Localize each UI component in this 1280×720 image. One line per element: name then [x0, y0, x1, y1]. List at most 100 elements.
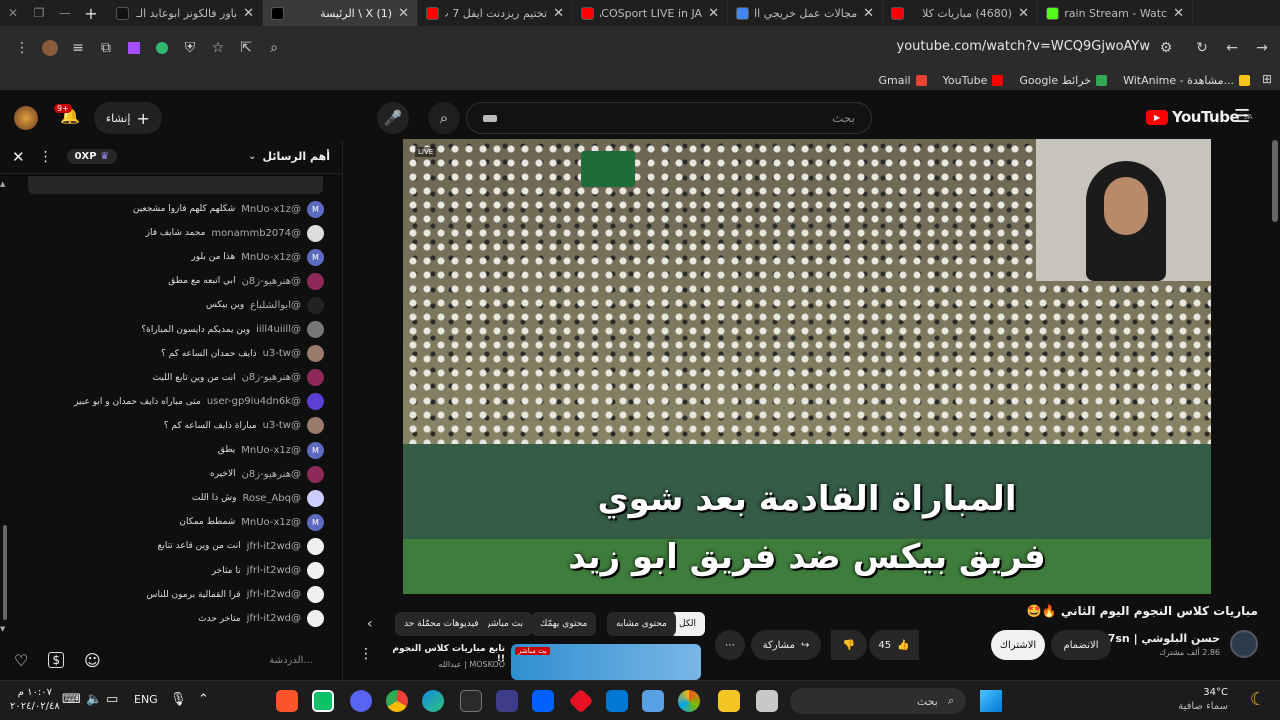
subscribe-button[interactable]: الاشتراك — [991, 630, 1045, 660]
super-chat-icon[interactable]: $ — [48, 652, 64, 668]
close-chat-icon[interactable]: ✕ — [12, 148, 25, 166]
chat-avatar[interactable] — [307, 537, 324, 555]
chat-username[interactable]: @jfrl-it2wd — [247, 541, 301, 552]
bookmark-item[interactable]: YouTube — [943, 74, 1004, 87]
bookmark-star-icon[interactable]: ☆ — [204, 34, 232, 62]
chat-username[interactable]: @Rose_Abq — [242, 493, 301, 504]
tab-close-icon[interactable]: ✕ — [243, 6, 254, 21]
chat-username[interactable]: @MnUo-x1z — [241, 204, 301, 215]
chat-message[interactable]: @iill4uiill وين يمديكم دايسون المباراة؟ — [141, 319, 324, 341]
rec-more-icon[interactable]: ⋮ — [359, 646, 373, 662]
chat-message[interactable]: M @MnUo-x1z يطق — [218, 439, 324, 461]
profile-avatar[interactable] — [36, 34, 64, 62]
extensions-icon[interactable]: ⧉ — [92, 34, 120, 62]
scroll-up-arrow[interactable]: ▲ — [0, 180, 5, 188]
chrome-icon[interactable] — [386, 690, 408, 712]
chat-username[interactable]: @u3-tw — [263, 420, 301, 431]
extension-green-icon[interactable] — [148, 34, 176, 62]
chat-message[interactable]: @u3-tw مباراة ذايف الساعه كم ؟ — [164, 415, 324, 437]
tab-close-icon[interactable]: ✕ — [1018, 6, 1029, 21]
chat-message[interactable]: @jfrl-it2wd متاخر حدث — [198, 608, 324, 630]
chat-avatar[interactable] — [307, 562, 324, 579]
create-button[interactable]: إنشاء + — [94, 102, 162, 134]
chat-username[interactable]: @iill4uiill — [256, 324, 301, 335]
search-button[interactable]: ⌕ — [428, 102, 460, 134]
chat-message[interactable]: @jfrl-it2wd انت من وين قاعد تتابع — [158, 535, 324, 557]
minimize-window-icon[interactable]: — — [52, 0, 78, 26]
chat-avatar[interactable]: M — [307, 248, 324, 266]
chat-avatar[interactable] — [307, 369, 324, 387]
close-window-icon[interactable]: ✕ — [0, 0, 26, 26]
chat-username[interactable]: @هنرهيو-ز8ن — [242, 372, 301, 383]
tab-close-icon[interactable]: ✕ — [863, 6, 874, 21]
filter-chip[interactable]: محتوى يهمّك — [531, 612, 597, 636]
share-page-icon[interactable]: ⇱ — [232, 34, 260, 62]
chat-avatar[interactable] — [307, 296, 324, 314]
zoom-icon[interactable]: ⌕ — [260, 34, 288, 62]
join-button[interactable]: الانضمام — [1051, 630, 1111, 660]
restore-window-icon[interactable]: ❐ — [26, 0, 52, 26]
chat-username[interactable]: @MnUo-x1z — [241, 517, 301, 528]
chat-avatar[interactable] — [307, 610, 324, 628]
windows-start-icon[interactable] — [980, 690, 1002, 712]
reload-icon[interactable]: ↻ — [1188, 34, 1216, 62]
site-settings-icon[interactable]: ⚙ — [1152, 34, 1180, 62]
chat-username[interactable]: @jfrl-it2wd — [247, 565, 301, 576]
voice-search-icon[interactable]: 🎤 — [377, 102, 409, 134]
chat-username[interactable]: @u3-tw — [263, 348, 301, 359]
tray-chevron-up-icon[interactable]: ⌃ — [198, 692, 209, 707]
rec-channel[interactable]: MOSKOO | عبدالله — [385, 660, 505, 669]
chat-username[interactable]: @هنرهيو-ز8ن — [242, 469, 301, 480]
forward-icon[interactable]: → — [1248, 34, 1276, 62]
display-icon[interactable]: ▭ — [106, 692, 118, 707]
keyboard-icon[interactable] — [483, 114, 497, 122]
chat-mode-dropdown[interactable]: ⌄ أهم الرسائل — [248, 150, 330, 163]
tab-close-icon[interactable]: ✕ — [708, 6, 719, 21]
chat-avatar[interactable] — [307, 465, 324, 483]
menu-icon[interactable]: ⋮ — [8, 34, 36, 62]
back-icon[interactable]: ← — [1218, 34, 1246, 62]
weather-widget[interactable]: 34°C سماء صافية — [1178, 686, 1228, 714]
chat-avatar[interactable]: M — [307, 513, 324, 531]
emoji-icon[interactable]: ☺ — [84, 651, 101, 670]
chat-input[interactable]: الدردشة... — [269, 655, 313, 666]
chat-message[interactable]: @هنرهيو-ز8ن انت من وين تابع الليث — [153, 367, 324, 389]
tab-close-icon[interactable]: ✕ — [398, 6, 409, 21]
chips-left-arrow[interactable]: ‹ — [367, 616, 373, 632]
network-icon[interactable]: ⌨ — [62, 692, 81, 707]
extension-purple-icon[interactable] — [120, 34, 148, 62]
chat-message[interactable]: @ابوالشلباع وين بيكس — [206, 294, 324, 316]
file-explorer-icon[interactable] — [718, 690, 740, 712]
tab-close-icon[interactable]: ✕ — [1173, 6, 1184, 21]
store-icon[interactable] — [642, 690, 664, 712]
browser-tab[interactable]: ✕ باور فالكونز ابوعابد الـ — [108, 0, 263, 26]
search-bar[interactable]: بحث — [466, 102, 872, 134]
hamburger-menu-icon[interactable]: ☰ — [1234, 106, 1250, 127]
page-scrollbar[interactable] — [1272, 140, 1278, 222]
bookmark-item[interactable]: WitAnime - مشاهدة... — [1123, 74, 1250, 87]
pinned-message-bar[interactable] — [28, 176, 323, 194]
chat-message[interactable]: @هنرهيو-ز8ن ابي اتبعه مع مطق — [168, 270, 324, 292]
chat-username[interactable]: @jfrl-it2wd — [247, 589, 301, 600]
search-input[interactable]: بحث — [832, 111, 855, 125]
dropbox-icon[interactable] — [532, 690, 554, 712]
volume-icon[interactable]: 🔈 — [86, 692, 102, 707]
chat-avatar[interactable] — [307, 489, 324, 507]
chat-avatar[interactable] — [307, 393, 324, 411]
new-tab-button[interactable]: + — [78, 0, 104, 26]
account-avatar[interactable] — [14, 106, 38, 130]
edge-icon[interactable] — [422, 690, 444, 712]
app-red-icon[interactable] — [568, 688, 594, 714]
browser-tab[interactable]: ✕ تختيم ريزدنت ايفل 7 ب — [418, 0, 573, 26]
copilot-icon[interactable] — [678, 690, 700, 712]
channel-avatar[interactable] — [1230, 630, 1258, 658]
chat-message[interactable]: @user-gp9iu4dn6k متى مباراه ذايف حمدان و … — [74, 391, 324, 413]
taskbar-search[interactable]: بحث ⌕ — [790, 688, 966, 714]
filter-chip[interactable]: محتوى مشابه — [607, 612, 676, 636]
video-player[interactable]: LIVE المباراة القادمة بعد شوي فريق بيكس … — [403, 139, 1211, 594]
teams-icon[interactable] — [496, 690, 518, 712]
chat-more-icon[interactable]: ⋮ — [39, 149, 53, 165]
chat-username[interactable]: @MnUo-x1z — [241, 252, 301, 263]
like-button[interactable]: 45 👍 — [869, 630, 919, 660]
shield-icon[interactable]: ⛨ — [176, 34, 204, 62]
